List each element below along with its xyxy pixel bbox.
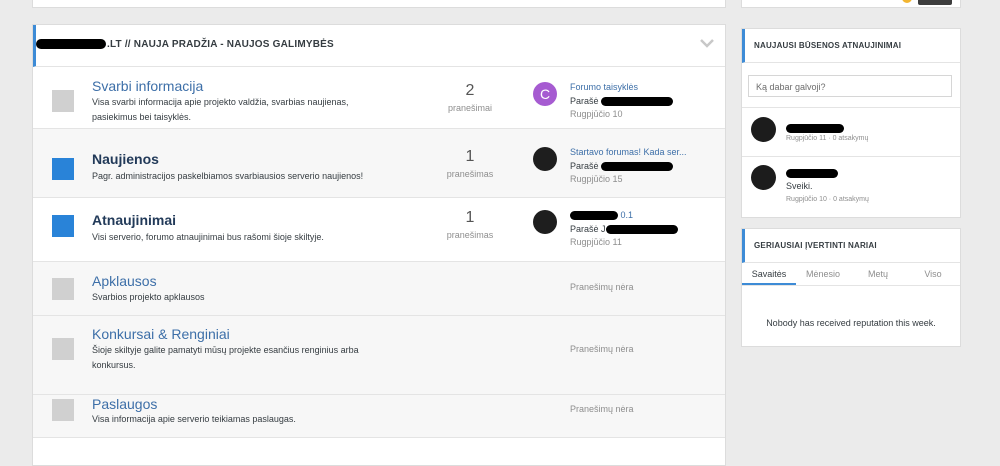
no-posts-text: Pranešimų nėra <box>570 404 634 414</box>
redacted-name <box>570 211 618 221</box>
emoji-icon <box>902 0 912 3</box>
reputation-tabs: Savaitės Mėnesio Metų Viso <box>742 263 960 286</box>
previous-section <box>32 0 726 8</box>
status-meta: Rugpjūčio 11 · 0 atsakymų <box>786 135 869 142</box>
forum-description: Visi serverio, forumo atnaujinimai bus r… <box>92 232 324 242</box>
sidebar-top-widget <box>741 0 961 8</box>
forum-description: Svarbios projekto apklausos <box>92 292 205 302</box>
reputation-widget: GERIAUSIAI ĮVERTINTI NARIAI Savaitės Mėn… <box>741 228 961 347</box>
last-post-title[interactable]: Startavo forumas! Kada ser... <box>570 146 687 159</box>
no-posts-text: Pranešimų nėra <box>570 344 634 354</box>
widget-title: GERIAUSIAI ĮVERTINTI NARIAI <box>754 241 877 250</box>
forum-row: Apklausos Svarbios projekto apklausos Pr… <box>33 262 725 316</box>
forum-title[interactable]: Atnaujinimai <box>92 212 176 228</box>
forum-title[interactable]: Konkursai & Renginiai <box>92 326 230 342</box>
last-post: 0.1 Parašė J Rugpjūčio 11 <box>533 209 723 249</box>
post-count-label: pranešimas <box>446 230 494 240</box>
redacted-name <box>36 39 106 50</box>
forum-read-icon <box>52 278 74 300</box>
forum-unread-icon <box>52 215 74 237</box>
avatar[interactable] <box>533 147 557 171</box>
no-posts-text: Pranešimų nėra <box>570 282 634 292</box>
widget-header: NAUJAUSI BŪSENOS ATNAUJINIMAI <box>742 29 960 63</box>
forum-row: Svarbi informacija Visa svarbi informaci… <box>33 67 725 129</box>
last-post-title[interactable]: Forumo taisyklės <box>570 81 638 94</box>
forum-row: Paslaugos Visa informacija apie serverio… <box>33 395 725 438</box>
category-title[interactable]: .LT // NAUJA PRADŽIA - NAUJOS GALIMYBĖS <box>36 39 334 50</box>
tab-year[interactable]: Metų <box>850 263 906 285</box>
widget-header: GERIAUSIAI ĮVERTINTI NARIAI <box>742 229 960 263</box>
status-meta: Rugpjūčio 10 · 0 atsakymų <box>786 196 869 203</box>
forum-row: Atnaujinimai Visi serverio, forumo atnau… <box>33 198 725 262</box>
forum-description: Pagr. administracijos paskelbiamos svarb… <box>92 171 364 181</box>
forum-category: .LT // NAUJA PRADŽIA - NAUJOS GALIMYBĖS … <box>32 24 726 466</box>
last-post-date: Rugpjūčio 10 <box>570 109 623 119</box>
forum-read-icon <box>52 399 74 421</box>
forum-title[interactable]: Svarbi informacija <box>92 78 203 94</box>
forum-title[interactable]: Apklausos <box>92 273 157 289</box>
post-count-label: pranešimas <box>446 169 494 179</box>
chevron-down-icon[interactable] <box>699 37 715 49</box>
forum-stats: 1 pranešimas <box>433 148 507 182</box>
forum-stats: 1 pranešimas <box>433 209 507 243</box>
widget-title: NAUJAUSI BŪSENOS ATNAUJINIMAI <box>754 41 902 50</box>
forum-description: Visa svarbi informacija apie projekto va… <box>92 97 349 122</box>
last-post: C Forumo taisyklės Parašė Rugpjūčio 10 <box>533 81 723 121</box>
avatar[interactable] <box>533 210 557 234</box>
forum-row: Naujienos Pagr. administracijos paskelbi… <box>33 129 725 198</box>
forum-title[interactable]: Naujienos <box>92 151 159 167</box>
last-post-author: Parašė J <box>570 223 678 236</box>
status-update-item: Sveiki. Rugpjūčio 10 · 0 atsakymų <box>742 156 960 217</box>
forum-row: Konkursai & Renginiai Šioje skiltyje gal… <box>33 316 725 395</box>
avatar[interactable] <box>751 165 776 190</box>
last-post-author: Parašė <box>570 160 674 173</box>
post-count: 1 <box>465 148 475 165</box>
forum-description: Šioje skiltyje galite pamatyti mūsų proj… <box>92 345 359 370</box>
status-text: Sveiki. <box>786 181 813 191</box>
submit-button[interactable] <box>918 0 952 5</box>
reputation-empty-text: Nobody has received reputation this week… <box>766 318 936 328</box>
forum-title[interactable]: Paslaugos <box>92 396 157 412</box>
forum-main: .LT // NAUJA PRADŽIA - NAUJOS GALIMYBĖS … <box>32 0 726 466</box>
status-input[interactable]: Ką dabar galvoji? <box>748 75 952 97</box>
redacted-name <box>605 225 678 235</box>
post-count: 2 <box>465 82 475 99</box>
redacted-name <box>601 162 674 172</box>
last-post-date: Rugpjūčio 15 <box>570 174 623 184</box>
tab-week[interactable]: Savaitės <box>742 263 796 285</box>
last-post-title[interactable]: 0.1 <box>570 209 633 222</box>
tab-all[interactable]: Viso <box>906 263 960 285</box>
tab-month[interactable]: Mėnesio <box>796 263 850 285</box>
redacted-name <box>786 124 844 134</box>
status-update-item: Rugpjūčio 11 · 0 atsakymų <box>742 107 960 156</box>
last-post-author: Parašė <box>570 95 674 108</box>
avatar[interactable]: C <box>533 82 557 106</box>
post-count-label: pranešimai <box>447 103 493 113</box>
forum-unread-icon <box>52 158 74 180</box>
status-updates-widget: NAUJAUSI BŪSENOS ATNAUJINIMAI Ką dabar g… <box>741 28 961 218</box>
forum-read-icon <box>52 90 74 112</box>
category-header[interactable]: .LT // NAUJA PRADŽIA - NAUJOS GALIMYBĖS <box>33 25 725 67</box>
avatar[interactable] <box>751 117 776 142</box>
post-count: 1 <box>465 209 475 226</box>
last-post: Startavo forumas! Kada ser... Parašė Rug… <box>533 146 723 186</box>
redacted-name <box>601 97 674 107</box>
redacted-name <box>786 169 838 179</box>
last-post-date: Rugpjūčio 11 <box>570 237 622 247</box>
forum-read-icon <box>52 338 74 360</box>
forum-description: Visa informacija apie serverio teikiamas… <box>92 414 296 424</box>
forum-stats: 2 pranešimai <box>433 82 507 116</box>
